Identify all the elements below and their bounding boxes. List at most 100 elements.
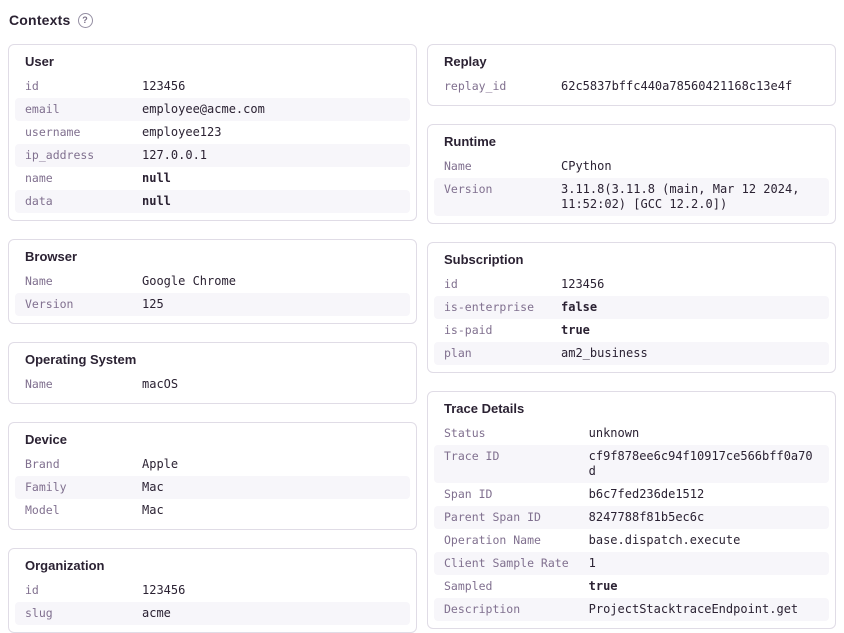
context-card-title: Browser [15,247,410,270]
row-key: Span ID [434,483,579,506]
key-value-row: FamilyMac [15,476,410,499]
key-value-table: NamemacOS [15,373,410,396]
row-key: Version [434,178,551,216]
key-value-row: Parent Span ID8247788f81b5ec6c [434,506,829,529]
row-key: replay_id [434,75,551,98]
row-value: true [579,575,829,598]
row-key: Model [15,499,132,522]
row-key: Sampled [434,575,579,598]
row-value: 123456 [132,75,410,98]
key-value-row: is-enterprisefalse [434,296,829,319]
row-key: Family [15,476,132,499]
key-value-table: NameCPythonVersion3.11.8(3.11.8 (main, M… [434,155,829,216]
key-value-row: Sampledtrue [434,575,829,598]
row-value: 3.11.8(3.11.8 (main, Mar 12 2024, 11:52:… [551,178,829,216]
key-value-row: planam2_business [434,342,829,365]
help-icon-glyph: ? [82,16,88,25]
row-key: Description [434,598,579,621]
row-value: 127.0.0.1 [132,144,410,167]
key-value-row: NameGoogle Chrome [15,270,410,293]
contexts-section: Contexts ? User id123456emailemployee@ac… [8,12,836,633]
context-card-title: Trace Details [434,399,829,422]
row-value: 8247788f81b5ec6c [579,506,829,529]
trace-id-link[interactable]: cf9f878ee6c94f10917ce566bff0a70d [579,445,829,483]
row-key: Operation Name [434,529,579,552]
key-value-table: StatusunknownTrace IDcf9f878ee6c94f10917… [434,422,829,621]
key-value-table: replay_id62c5837bffc440a78560421168c13e4… [434,75,829,98]
context-columns: User id123456emailemployee@acme.comusern… [8,44,836,633]
key-value-row: Operation Namebase.dispatch.execute [434,529,829,552]
row-value: 62c5837bffc440a78560421168c13e4f [551,75,829,98]
row-value: 123456 [132,579,410,602]
context-card-title: Runtime [434,132,829,155]
key-value-row: Client Sample Rate1 [434,552,829,575]
context-column: Replay replay_id62c5837bffc440a785604211… [427,44,836,629]
row-value: CPython [551,155,829,178]
key-value-row: id123456 [15,579,410,602]
row-value: employee@acme.com [132,98,410,121]
contexts-section-header: Contexts ? [8,12,836,29]
key-value-table: id123456is-enterprisefalseis-paidtruepla… [434,273,829,365]
key-value-row: Span IDb6c7fed236de1512 [434,483,829,506]
row-value: b6c7fed236de1512 [579,483,829,506]
context-card-title: Operating System [15,350,410,373]
row-value: null [132,167,410,190]
row-value: false [551,296,829,319]
row-value: 125 [132,293,410,316]
context-card: Browser NameGoogle ChromeVersion125 [8,239,417,324]
context-card-title: User [15,52,410,75]
context-card: Device BrandAppleFamilyMacModelMac [8,422,417,530]
key-value-row: id123456 [434,273,829,296]
key-value-row: Version3.11.8(3.11.8 (main, Mar 12 2024,… [434,178,829,216]
row-key: Parent Span ID [434,506,579,529]
key-value-row: BrandApple [15,453,410,476]
key-value-row: DescriptionProjectStacktraceEndpoint.get [434,598,829,621]
key-value-row: Statusunknown [434,422,829,445]
row-key: id [434,273,551,296]
row-value: employee123 [132,121,410,144]
context-column: User id123456emailemployee@acme.comusern… [8,44,417,633]
context-card-title: Organization [15,556,410,579]
row-key: Brand [15,453,132,476]
key-value-table: id123456slugacme [15,579,410,625]
key-value-row: ModelMac [15,499,410,522]
row-value: true [551,319,829,342]
help-icon[interactable]: ? [78,13,93,28]
key-value-row: is-paidtrue [434,319,829,342]
key-value-row: ip_address127.0.0.1 [15,144,410,167]
context-card-title: Replay [434,52,829,75]
context-card: Trace Details StatusunknownTrace IDcf9f8… [427,391,836,629]
row-value: Mac [132,476,410,499]
key-value-row: NameCPython [434,155,829,178]
row-key: email [15,98,132,121]
context-card-title: Device [15,430,410,453]
row-value: Mac [132,499,410,522]
row-value: Google Chrome [132,270,410,293]
context-card-title: Subscription [434,250,829,273]
key-value-row: NamemacOS [15,373,410,396]
row-key: ip_address [15,144,132,167]
key-value-row: emailemployee@acme.com [15,98,410,121]
row-key: plan [434,342,551,365]
key-value-table: BrandAppleFamilyMacModelMac [15,453,410,522]
key-value-row: Trace IDcf9f878ee6c94f10917ce566bff0a70d [434,445,829,483]
row-value: acme [132,602,410,625]
section-title: Contexts [9,12,71,29]
row-value: Apple [132,453,410,476]
context-card: Runtime NameCPythonVersion3.11.8(3.11.8 … [427,124,836,224]
row-key: Trace ID [434,445,579,483]
row-key: is-paid [434,319,551,342]
key-value-row: replay_id62c5837bffc440a78560421168c13e4… [434,75,829,98]
row-value: unknown [579,422,829,445]
row-key: data [15,190,132,213]
row-key: is-enterprise [434,296,551,319]
key-value-row: slugacme [15,602,410,625]
context-card: Subscription id123456is-enterprisefalsei… [427,242,836,373]
row-value: base.dispatch.execute [579,529,829,552]
row-key: Version [15,293,132,316]
context-card: User id123456emailemployee@acme.comusern… [8,44,417,221]
key-value-row: id123456 [15,75,410,98]
row-key: slug [15,602,132,625]
context-card: Organization id123456slugacme [8,548,417,633]
row-value: 123456 [551,273,829,296]
